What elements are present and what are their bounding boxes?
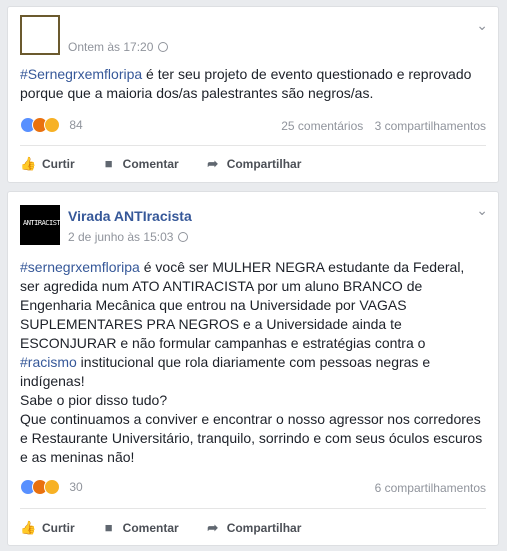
post-text: #sernegrxemfloripa é você ser MULHER NEG… <box>20 258 486 467</box>
hashtag-link[interactable]: #sernegrxemfloripa <box>20 259 140 275</box>
avatar[interactable]: ANTIRACISTA <box>20 205 60 245</box>
comment-button[interactable]: ■ Comentar <box>101 512 179 544</box>
sad-reaction-icon[interactable] <box>44 117 60 133</box>
shares-count[interactable]: 6 compartilhamentos <box>375 481 486 495</box>
post-card: ANTIRACISTA ⌄ Virada ANTIracista 2 de ju… <box>7 191 499 546</box>
reaction-count[interactable]: 84 <box>69 118 82 132</box>
reaction-count[interactable]: 30 <box>69 480 82 494</box>
speech-bubble-icon: ■ <box>104 156 113 171</box>
comment-label: Comentar <box>122 521 179 535</box>
divider <box>20 508 486 509</box>
like-button[interactable]: 👍 Curtir <box>20 512 75 544</box>
share-label: Compartilhar <box>226 157 302 171</box>
thumbs-up-icon: 👍 <box>20 520 37 535</box>
wow-reaction-icon[interactable] <box>44 479 60 495</box>
like-label: Curtir <box>42 521 75 535</box>
comment-button[interactable]: ■ Comentar <box>101 148 179 180</box>
reactions-summary: 84 25 comentários 3 compartilhamentos <box>20 117 486 137</box>
engagement-counts: 25 comentários 3 compartilhamentos <box>273 119 486 133</box>
shares-count[interactable]: 3 compartilhamentos <box>375 119 486 133</box>
reactions-summary: 30 6 compartilhamentos <box>20 479 486 499</box>
share-arrow-icon: ➦ <box>207 520 219 535</box>
post-card: ⌄ Ontem às 17:20 #Sernegrxemfloripa é te… <box>7 6 499 183</box>
engagement-counts: 6 compartilhamentos <box>367 481 486 495</box>
timestamp[interactable]: 2 de junho às 15:03 <box>68 230 173 244</box>
post-meta: 2 de junho às 15:03 <box>68 230 189 244</box>
comment-label: Comentar <box>122 157 179 171</box>
speech-bubble-icon: ■ <box>104 520 113 535</box>
hashtag-link[interactable]: #racismo <box>20 354 77 370</box>
like-button[interactable]: 👍 Curtir <box>20 148 75 180</box>
like-label: Curtir <box>42 157 75 171</box>
divider <box>20 145 486 146</box>
share-button[interactable]: ➦ Compartilhar <box>205 512 302 544</box>
hashtag-link[interactable]: #Sernegrxemfloripa <box>20 66 142 82</box>
page-name[interactable]: Virada ANTIracista <box>68 208 192 224</box>
post-paragraph: #sernegrxemfloripa é você ser MULHER NEG… <box>20 258 486 391</box>
page-logo: ANTIRACISTA <box>23 219 60 227</box>
chevron-down-icon[interactable]: ⌄ <box>476 202 488 219</box>
post-line: Sabe o pior disso tudo? <box>20 392 168 408</box>
globe-icon <box>178 232 189 242</box>
post-text: #Sernegrxemfloripa é ter seu projeto de … <box>20 65 486 103</box>
share-label: Compartilhar <box>226 521 302 535</box>
post-body: institucional que rola diariamente com p… <box>20 354 431 389</box>
post-line: Que continuamos a conviver e encontrar o… <box>20 411 483 465</box>
thumbs-up-icon: 👍 <box>20 156 37 171</box>
post-meta: Ontem às 17:20 <box>68 40 169 54</box>
share-button[interactable]: ➦ Compartilhar <box>205 148 302 180</box>
action-bar: 👍 Curtir ■ Comentar ➦ Compartilhar <box>20 148 486 180</box>
action-bar: 👍 Curtir ■ Comentar ➦ Compartilhar <box>20 512 486 544</box>
chevron-down-icon[interactable]: ⌄ <box>476 17 488 34</box>
avatar[interactable] <box>20 15 60 55</box>
timestamp[interactable]: Ontem às 17:20 <box>68 40 153 54</box>
share-arrow-icon: ➦ <box>207 156 219 171</box>
globe-icon <box>158 42 169 52</box>
comments-count[interactable]: 25 comentários <box>281 119 363 133</box>
